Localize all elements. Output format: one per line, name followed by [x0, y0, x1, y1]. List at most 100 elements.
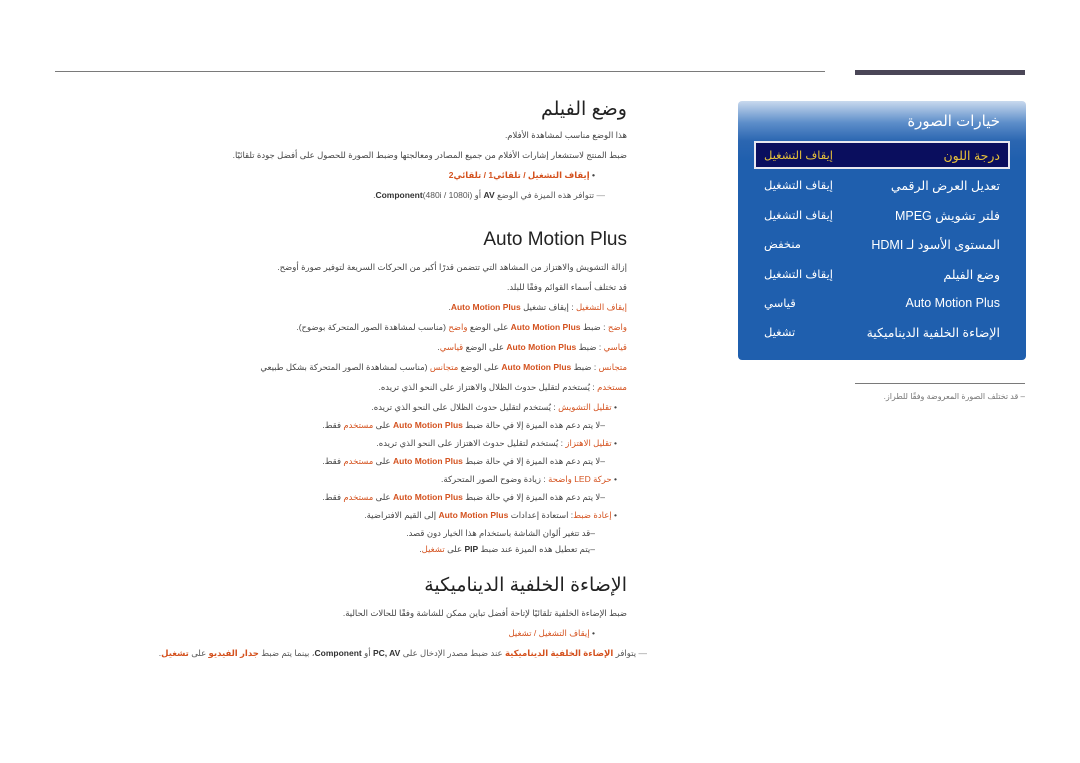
picture-options-panel: خيارات الصورة درجة اللون إيقاف التشغيل ت… — [738, 101, 1026, 360]
note-text: على — [373, 420, 393, 430]
menu-item-value: إيقاف التشغيل — [764, 180, 833, 192]
header-rule — [55, 71, 825, 72]
amp-option-standard: قياسي : ضبط Auto Motion Plus على الوضع ق… — [90, 337, 627, 357]
auto-motion-plus-section: Auto Motion Plus إزالة التشويش والاهتزاز… — [90, 229, 627, 557]
option-label: تقليل التشويش — [558, 402, 612, 412]
menu-item-digital-clean-view[interactable]: تعديل العرض الرقمي إيقاف التشغيل — [754, 171, 1010, 199]
note-text: –لا يتم دعم هذه الميزة إلا في حالة ضبط — [462, 456, 605, 466]
brand-text: Auto Motion Plus — [510, 322, 581, 332]
amp-blur-note: –لا يتم دعم هذه الميزة إلا في حالة ضبط A… — [90, 417, 627, 433]
brand-text: Auto Motion Plus — [438, 510, 509, 520]
amp-option-off: إيقاف التشغيل : إيقاف تشغيل Auto Motion … — [448, 302, 627, 312]
option-label: واضح — [607, 322, 627, 332]
option-text: (مناسب لمشاهدة الصور المتحركة بوضوح). — [296, 322, 449, 332]
brand-text: Auto Motion Plus — [501, 362, 572, 372]
on-label: تشغيل — [161, 648, 189, 658]
note-text: على — [444, 544, 465, 554]
pip-label: PIP — [464, 544, 479, 554]
option-on: تشغيل — [508, 628, 532, 638]
note-av: AV — [483, 190, 495, 200]
menu-item-value: إيقاف التشغيل — [764, 210, 833, 222]
option-text: : يُستخدم لتقليل حدوث الظلال والاهتزاز ع… — [378, 382, 598, 392]
option-label: إعادة ضبط — [573, 510, 612, 520]
amp-option-custom: مستخدم : يُستخدم لتقليل حدوث الظلال والا… — [90, 377, 627, 397]
brand-text: Auto Motion Plus — [393, 456, 463, 466]
custom-label: مستخدم — [343, 492, 374, 502]
film-mode-desc2: ضبط المنتج لاستشعار إشارات الأفلام من جم… — [232, 150, 627, 160]
amp-reset-note2: –يتم تعطيل هذه الميزة عند ضبط PIP على تش… — [90, 541, 627, 557]
note-text: فقط. — [322, 456, 344, 466]
menu-item-label: فلتر تشويش MPEG — [894, 208, 1000, 223]
film-mode-note: تتوافر هذه الميزة في الوضع AV أو Compone… — [90, 185, 627, 205]
option-sep: / — [531, 628, 539, 638]
note-text: فقط. — [322, 420, 344, 430]
option-text: على الوضع — [467, 322, 511, 332]
note-text: –لا يتم دعم هذه الميزة إلا في حالة ضبط — [462, 420, 605, 430]
option-text: : ضبط — [571, 362, 599, 372]
amp-led-clear-motion: حركة LED واضحة : زيادة وضوح الصور المتحر… — [90, 469, 627, 489]
amp-desc2: قد تختلف أسماء القوائم وفقًا للبلد. — [506, 282, 627, 292]
film-mode-options: إيقاف التشغيل / تلقائي1 / تلقائي2 — [90, 165, 627, 185]
option-label: مستخدم — [597, 382, 627, 392]
brand-text: Auto Motion Plus — [393, 492, 463, 502]
input-component: Component — [314, 648, 362, 658]
note-text: على — [373, 456, 393, 466]
menu-item-dynamic-backlight[interactable]: الإضاءة الخلفية الديناميكية تشغيل — [754, 318, 1010, 346]
amp-blur-reduction: تقليل التشويش : يُستخدم لتقليل حدوث الظل… — [90, 397, 627, 417]
menu-item-label: تعديل العرض الرقمي — [890, 178, 1000, 193]
note-rule — [855, 383, 1025, 384]
dbl-title: الإضاءة الخلفية الديناميكية — [424, 575, 627, 596]
dbl-note: يتوافر الإضاءة الخلفية الديناميكية عند ض… — [90, 643, 647, 663]
note-text: –لا يتم دعم هذه الميزة إلا في حالة ضبط — [462, 492, 605, 502]
option-text: : ضبط — [576, 342, 604, 352]
option-text: : استعادة إعدادات — [508, 510, 574, 520]
menu-item-value: تشغيل — [764, 327, 796, 339]
note-component: Component — [375, 190, 423, 200]
feature-name: الإضاءة الخلفية الديناميكية — [504, 648, 614, 658]
panel-title: خيارات الصورة — [907, 113, 1000, 130]
option-off: إيقاف التشغيل — [538, 628, 590, 638]
option-text: (مناسب لمشاهدة الصور المتحركة بشكل طبيعي — [260, 362, 430, 372]
note-text: عند ضبط مصدر الإدخال على — [400, 648, 505, 658]
input-pc-av: PC, AV — [372, 648, 401, 658]
note-text: –يتم تعطيل هذه الميزة عند ضبط — [478, 544, 596, 554]
dynamic-backlight-section: الإضاءة الخلفية الديناميكية ضبط الإضاءة … — [90, 574, 636, 663]
menu-item-auto-motion-plus[interactable]: Auto Motion Plus قياسي — [754, 289, 1010, 317]
amp-led-note: –لا يتم دعم هذه الميزة إلا في حالة ضبط A… — [90, 489, 627, 505]
menu-item-color-tone[interactable]: درجة اللون إيقاف التشغيل — [754, 141, 1010, 169]
menu-item-hdmi-black-level[interactable]: المستوى الأسود لـ HDMI منخفض — [754, 230, 1010, 258]
option-label: إيقاف التشغيل — [576, 302, 627, 312]
option-text: : إيقاف تشغيل — [520, 302, 576, 312]
amp-reset-note1: –قد تتغير ألوان الشاشة باستخدام هذا الخي… — [406, 528, 595, 538]
option-text: : ضبط — [580, 322, 608, 332]
dbl-desc: ضبط الإضاءة الخلفية تلقائيًا لإتاحة أفضل… — [342, 608, 627, 618]
option-label: حركة LED واضحة — [548, 474, 612, 484]
menu-item-mpeg-noise-filter[interactable]: فلتر تشويش MPEG إيقاف التشغيل — [754, 201, 1010, 229]
menu-item-label: وضع الفيلم — [943, 267, 1000, 282]
amp-reset: إعادة ضبط: استعادة إعدادات Auto Motion P… — [90, 505, 627, 525]
note-text: على — [188, 648, 209, 658]
custom-label: مستخدم — [343, 420, 374, 430]
option-label: قياسي — [603, 342, 627, 352]
option-label: متجانس — [429, 362, 459, 372]
amp-judder-reduction: تقليل الاهتزاز : يُستخدم لتقليل حدوث الا… — [90, 433, 627, 453]
option-text: : يُستخدم لتقليل حدوث الاهتزاز على النحو… — [376, 438, 566, 448]
amp-title: Auto Motion Plus — [483, 229, 627, 250]
brand-text: Auto Motion Plus — [506, 342, 577, 352]
brand-text: Auto Motion Plus — [393, 420, 463, 430]
note-text: فقط. — [322, 492, 344, 502]
amp-option-smooth: متجانس : ضبط Auto Motion Plus على الوضع … — [90, 357, 627, 377]
note-text: تتوافر هذه الميزة في الوضع — [494, 190, 595, 200]
option-text: على الوضع — [463, 342, 507, 352]
option-label: متجانس — [598, 362, 627, 372]
video-wall-label: جدار الفيديو — [208, 648, 259, 658]
film-mode-desc1: هذا الوضع مناسب لمشاهدة الأفلام. — [504, 130, 627, 140]
custom-label: مستخدم — [343, 456, 374, 466]
menu-item-film-mode[interactable]: وضع الفيلم إيقاف التشغيل — [754, 260, 1010, 288]
menu-item-label: درجة اللون — [943, 148, 1000, 163]
on-label: تشغيل — [421, 544, 445, 554]
option-text: على الوضع — [458, 362, 502, 372]
option-text: : زيادة وضوح الصور المتحركة. — [441, 474, 549, 484]
panel-note: – قد تختلف الصورة المعروضة وفقًا للطراز. — [883, 392, 1025, 401]
menu-item-value: قياسي — [764, 298, 796, 310]
